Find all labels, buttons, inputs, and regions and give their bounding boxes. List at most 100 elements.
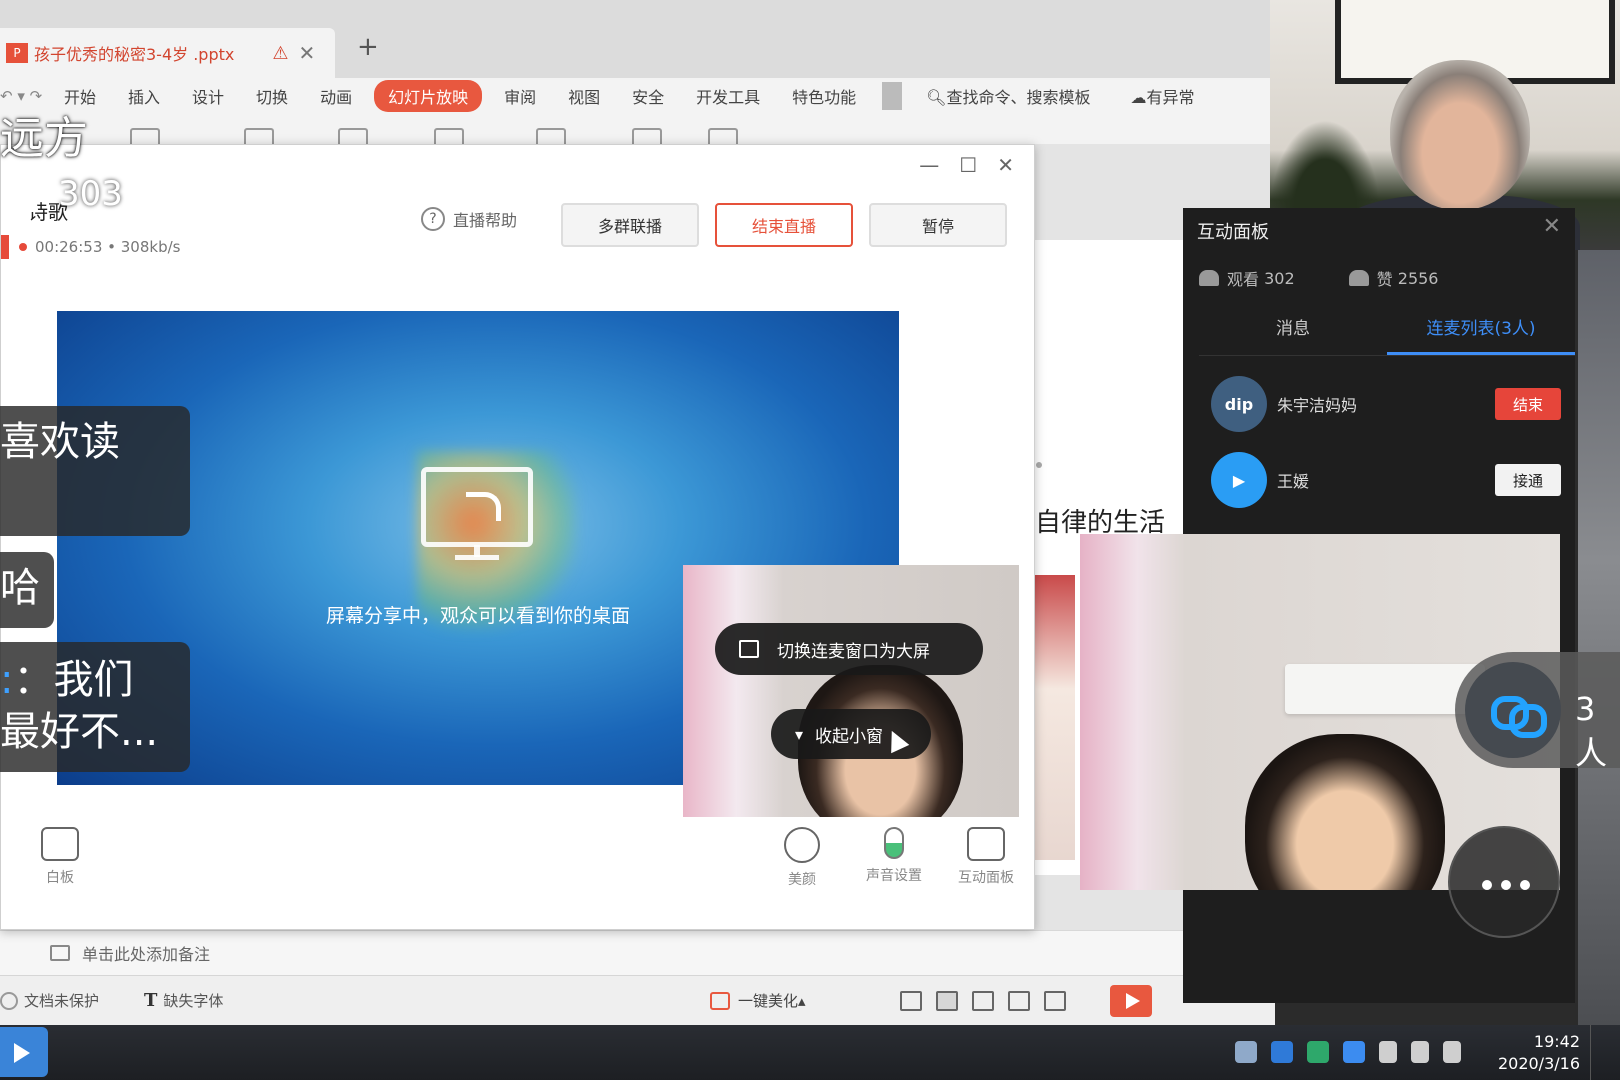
screen-share-icon-stand: [455, 555, 499, 560]
panel-tabs: 消息 连麦列表(3人): [1199, 314, 1575, 356]
interactive-panel-button[interactable]: 互动面板: [951, 827, 1021, 887]
beautify-button[interactable]: 一键美化 ▴: [710, 990, 806, 1011]
whiteboard-button[interactable]: 白板: [25, 827, 95, 887]
warning-icon: ⚠: [272, 42, 289, 64]
help-icon: ?: [421, 207, 445, 231]
audio-settings-button[interactable]: 声音设置: [859, 827, 929, 885]
chat-text: 哈: [0, 565, 40, 611]
toolbar-icon-6[interactable]: [632, 128, 662, 144]
keyboard-icon[interactable]: [1235, 1041, 1257, 1063]
sorter-view-icon[interactable]: [972, 990, 994, 1011]
view-switcher: [900, 990, 1066, 1011]
ribbon-tab-developer[interactable]: 开发工具: [680, 84, 776, 108]
chat-line: :：我们: [0, 654, 190, 706]
show-desktop-button[interactable]: [1590, 1025, 1602, 1080]
toolbar-icon-5[interactable]: [536, 128, 566, 144]
missing-font-status[interactable]: T 缺失字体: [144, 990, 223, 1011]
document-tab[interactable]: P 孩子优秀的秘密3-4岁 .pptx ⚠ ✕: [0, 28, 335, 78]
cloud-status-label: 有异常: [1146, 88, 1195, 107]
pause-button[interactable]: 暂停: [869, 203, 1007, 247]
toolbar-icon-3[interactable]: [338, 128, 368, 144]
ribbon-more-icon[interactable]: [882, 82, 903, 110]
stream-title: 远方: [0, 113, 88, 164]
views-label: 观看: [1227, 270, 1260, 289]
likes-stat: 赞 2556: [1348, 266, 1439, 290]
cloud-icon: ☁: [1130, 88, 1147, 107]
system-tray: [1235, 1041, 1461, 1063]
cloud-status[interactable]: ☁有异常: [1131, 84, 1195, 108]
more-options-button[interactable]: [1448, 826, 1560, 938]
presenter-view-icon[interactable]: [1044, 990, 1066, 1011]
accept-mic-button[interactable]: 接通: [1495, 464, 1561, 496]
volume-icon[interactable]: [1443, 1041, 1461, 1063]
tab-messages[interactable]: 消息: [1199, 314, 1387, 355]
toolbar-icon-4[interactable]: [434, 128, 464, 144]
ribbon-tab-insert[interactable]: 插入: [112, 84, 176, 108]
beautify-icon: [710, 991, 730, 1010]
ribbon-tab-slideshow[interactable]: 幻灯片放映: [374, 80, 483, 112]
network-signal-icon[interactable]: [1379, 1041, 1397, 1063]
ribbon-tab-animation[interactable]: 动画: [304, 84, 368, 108]
minimize-icon[interactable]: —: [919, 153, 939, 177]
likes-value: 2556: [1397, 268, 1439, 288]
pptx-file-icon: P: [6, 43, 28, 63]
close-icon[interactable]: ✕: [997, 153, 1014, 177]
viewer-count: 303: [4, 174, 123, 214]
live-status: 00:26:53 • 308kb/s: [1, 235, 180, 259]
shield-icon: [0, 991, 18, 1010]
chat-text: 我们: [53, 657, 134, 703]
mic-user-name: 朱宇洁妈妈: [1277, 396, 1358, 415]
chat-separator: ：: [13, 657, 54, 703]
close-tab-icon[interactable]: ✕: [299, 41, 316, 65]
viewers-icon: [1199, 270, 1219, 286]
end-mic-button[interactable]: 结束: [1495, 388, 1561, 420]
toolbar-icon-2[interactable]: [244, 128, 274, 144]
toolbar-icon-7[interactable]: [708, 128, 738, 144]
thumbs-up-icon: [1348, 270, 1369, 286]
input-method-icon[interactable]: [1411, 1041, 1429, 1063]
ribbon-tab-view[interactable]: 视图: [552, 84, 616, 108]
toolbar-icon-1[interactable]: [130, 128, 160, 144]
interactive-panel-label: 互动面板: [958, 870, 1014, 886]
collapse-small-window-label: 收起小窗: [815, 726, 884, 747]
screen-share-icon: [421, 467, 533, 547]
ribbon-tab-review[interactable]: 审阅: [488, 84, 552, 108]
slide-image[interactable]: [1035, 575, 1075, 860]
live-help-link[interactable]: ? 直播帮助: [421, 207, 517, 231]
switch-to-big-screen-label: 切换连麦窗口为大屏: [777, 641, 930, 662]
notes-pane[interactable]: 单击此处添加备注: [0, 930, 1275, 975]
taskbar-clock[interactable]: 19:42 2020/3/16: [1480, 1031, 1580, 1075]
end-live-button[interactable]: 结束直播: [715, 203, 853, 247]
ribbon-tab-design[interactable]: 设计: [176, 84, 240, 108]
reading-view-icon[interactable]: [1008, 990, 1030, 1011]
guest-small-video[interactable]: [683, 565, 1019, 817]
views-value: 302: [1264, 268, 1295, 288]
switch-to-big-screen-button[interactable]: 切换连麦窗口为大屏: [715, 623, 983, 675]
new-tab-button[interactable]: +: [357, 32, 379, 62]
search-command[interactable]: 🔍︎查找命令、搜索模板: [926, 84, 1090, 108]
play-slideshow-button[interactable]: [1110, 985, 1152, 1017]
taskbar-live-app-icon[interactable]: [0, 1027, 48, 1077]
cube-app-icon[interactable]: [1271, 1041, 1293, 1063]
doc-protect-status[interactable]: 文档未保护: [0, 990, 99, 1011]
maximize-icon[interactable]: ☐: [959, 153, 977, 177]
ribbon-tab-security[interactable]: 安全: [616, 84, 680, 108]
beauty-button[interactable]: 美颜: [767, 827, 837, 889]
collapse-small-window-button[interactable]: ▾ 收起小窗: [771, 709, 931, 759]
ribbon-tab-features[interactable]: 特色功能: [776, 84, 872, 108]
document-tab-bar: P 孩子优秀的秘密3-4岁 .pptx ⚠ ✕ +: [0, 0, 1275, 78]
notes-view-icon[interactable]: [900, 990, 922, 1011]
shield-app-icon[interactable]: [1343, 1041, 1365, 1063]
normal-view-icon[interactable]: [936, 990, 958, 1011]
microphone-icon: [884, 827, 904, 859]
whiteboard-label: 白板: [46, 870, 74, 886]
smiley-icon: [784, 827, 820, 863]
ribbon-tab-transition[interactable]: 切换: [240, 84, 304, 108]
multi-group-button[interactable]: 多群联播: [561, 203, 699, 247]
security-app-icon[interactable]: [1307, 1041, 1329, 1063]
tab-mic-list[interactable]: 连麦列表(3人): [1387, 314, 1575, 355]
status-bar: 文档未保护 T 缺失字体 一键美化 ▴: [0, 975, 1275, 1025]
panel-close-icon[interactable]: ✕: [1543, 214, 1561, 239]
beauty-label: 美颜: [788, 872, 816, 888]
more-dot-icon: [1520, 880, 1530, 890]
